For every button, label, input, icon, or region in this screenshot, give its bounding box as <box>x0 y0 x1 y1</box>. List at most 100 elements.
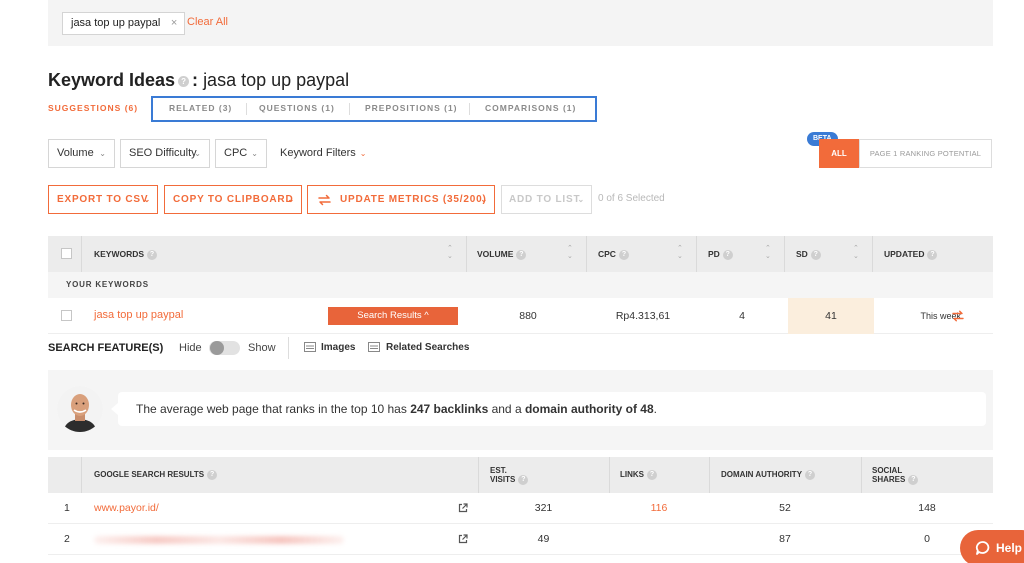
search-chip[interactable]: jasa top up paypal × <box>62 12 186 35</box>
tab-suggestions[interactable]: SUGGESTIONS (6) <box>48 103 138 113</box>
info-icon[interactable]: ? <box>647 470 657 480</box>
info-icon[interactable]: ? <box>178 75 190 87</box>
info-icon[interactable]: ? <box>518 475 529 485</box>
page1-ranking-button[interactable]: PAGE 1 RANKING POTENTIAL <box>859 139 992 168</box>
tip-text-2: and a <box>488 402 525 416</box>
sort-icon[interactable]: ⌃ ⌄ <box>567 245 573 261</box>
refresh-icon <box>318 194 331 206</box>
info-icon[interactable]: ? <box>722 249 733 260</box>
export-csv-button[interactable]: EXPORT TO CSV ⌄ <box>48 185 158 214</box>
chevron-down-icon: ⌄ <box>577 195 585 204</box>
help-label: Help <box>996 541 1023 555</box>
sort-icon[interactable]: ⌃ ⌄ <box>447 245 453 261</box>
copy-clipboard-label: COPY TO CLIPBOARD <box>173 194 294 205</box>
export-csv-label: EXPORT TO CSV <box>57 194 149 205</box>
info-icon[interactable]: ? <box>908 475 919 485</box>
info-icon[interactable]: ? <box>810 249 821 260</box>
page-title-label: Keyword Ideas <box>48 70 176 90</box>
est-visits-value: 321 <box>534 502 553 514</box>
seo-difficulty-filter-label: SEO Difficulty <box>129 147 197 159</box>
est-visits-label-1: EST. <box>490 466 507 475</box>
info-icon[interactable]: ? <box>516 249 527 260</box>
rank: 2 <box>64 533 70 545</box>
search-features-toggle[interactable] <box>209 341 240 355</box>
chat-bubble-icon <box>975 541 990 555</box>
chevron-down-icon: ⌄ <box>143 195 151 204</box>
sort-icon[interactable]: ⌃ ⌄ <box>765 245 771 261</box>
sort-icon[interactable]: ⌃ ⌄ <box>677 245 683 261</box>
cpc-filter[interactable]: CPC ⌄ <box>215 139 267 168</box>
seo-difficulty-filter[interactable]: SEO Difficulty ⌄ <box>120 139 210 168</box>
info-icon[interactable]: ? <box>927 249 938 260</box>
hide-label: Hide <box>179 342 202 354</box>
links-column-header[interactable]: LINKS? <box>620 470 657 480</box>
volume-value: 880 <box>519 310 537 322</box>
updated-column-header[interactable]: UPDATED? <box>884 236 938 272</box>
avatar-portrait <box>57 386 103 432</box>
images-feature[interactable]: Images <box>321 342 355 353</box>
keyword-link[interactable]: jasa top up paypal <box>94 309 183 321</box>
tip-domain-authority: domain authority of 48 <box>524 402 654 416</box>
column-divider <box>81 236 82 272</box>
column-divider <box>81 457 82 493</box>
updated-column-label: UPDATED <box>884 249 925 259</box>
est-visits-column-header[interactable]: EST. VISITS? <box>490 466 529 485</box>
show-label: Show <box>248 342 276 354</box>
column-divider <box>466 236 467 272</box>
column-divider <box>478 457 479 493</box>
chevron-down-icon: ⌄ <box>480 195 488 204</box>
pd-column-header[interactable]: PD? <box>708 236 733 272</box>
chevron-down-icon: ⌄ <box>251 149 258 158</box>
cpc-column-header[interactable]: CPC? <box>598 236 629 272</box>
info-icon[interactable]: ? <box>207 470 218 480</box>
refresh-icon[interactable] <box>951 309 965 323</box>
volume-column-header[interactable]: VOLUME? <box>477 236 527 272</box>
info-icon[interactable]: ? <box>618 249 629 260</box>
add-to-list-button[interactable]: ADD TO LIST ⌄ <box>501 185 592 214</box>
links-value[interactable]: 116 <box>609 493 709 524</box>
blurred-url <box>94 536 344 544</box>
update-metrics-button[interactable]: UPDATE METRICS (35/200) ⌄ <box>307 185 495 214</box>
avatar <box>57 386 103 432</box>
column-divider <box>784 236 785 272</box>
chevron-down-icon: ⌄ <box>359 149 367 158</box>
keywords-table-header: KEYWORDS? ⌃ ⌄ VOLUME? ⌃ ⌄ CPC? ⌃ ⌄ PD? ⌃ ⌄ S… <box>48 236 993 272</box>
table-row: 2 49 87 0 <box>48 524 993 555</box>
external-link-icon[interactable] <box>458 503 468 513</box>
pd-value: 4 <box>739 310 745 322</box>
result-url-link[interactable]: www.payor.id/ <box>94 493 159 524</box>
row-checkbox[interactable] <box>61 310 72 321</box>
column-divider <box>872 236 873 272</box>
volume-filter[interactable]: Volume ⌄ <box>48 139 115 168</box>
copy-clipboard-button[interactable]: COPY TO CLIPBOARD ⌄ <box>164 185 302 214</box>
search-features-label: SEARCH FEATURE(S) <box>48 342 164 354</box>
update-metrics-label: UPDATE METRICS (35/200) <box>340 194 487 205</box>
info-icon[interactable]: ? <box>805 470 816 480</box>
keyword-filters-dropdown[interactable]: Keyword Filters ⌄ <box>280 147 367 159</box>
domain-authority-value: 52 <box>779 502 791 514</box>
clear-all-link[interactable]: Clear All <box>187 16 228 28</box>
tip-text-3: . <box>653 402 657 416</box>
search-results-button[interactable]: Search Results ^ <box>328 307 458 325</box>
keywords-column-label: KEYWORDS <box>94 249 145 259</box>
est-visits-label-2: VISITS <box>490 475 516 485</box>
info-icon[interactable]: ? <box>147 249 158 260</box>
social-shares-column-header[interactable]: SOCIAL SHARES? <box>872 466 919 485</box>
chevron-down-icon: ⌄ <box>194 149 201 158</box>
sd-value: 41 <box>788 298 874 334</box>
related-searches-feature[interactable]: Related Searches <box>386 342 469 353</box>
domain-authority-value: 87 <box>779 533 791 545</box>
keywords-column-header[interactable]: KEYWORDS? <box>94 236 158 272</box>
all-toggle-button[interactable]: ALL <box>819 139 859 168</box>
tip-text-1: The average web page that ranks in the t… <box>136 402 411 416</box>
sort-icon[interactable]: ⌃ ⌄ <box>853 245 859 261</box>
domain-authority-column-header[interactable]: DOMAIN AUTHORITY? <box>721 470 816 480</box>
close-icon[interactable]: × <box>171 13 177 34</box>
sd-column-header[interactable]: SD? <box>796 236 821 272</box>
cpc-filter-label: CPC <box>224 147 248 159</box>
results-column-header[interactable]: GOOGLE SEARCH RESULTS? <box>94 470 218 480</box>
help-button[interactable]: Help <box>960 530 1024 563</box>
select-all-checkbox[interactable] <box>61 248 72 259</box>
external-link-icon[interactable] <box>458 534 468 544</box>
est-visits-value: 49 <box>537 533 550 545</box>
